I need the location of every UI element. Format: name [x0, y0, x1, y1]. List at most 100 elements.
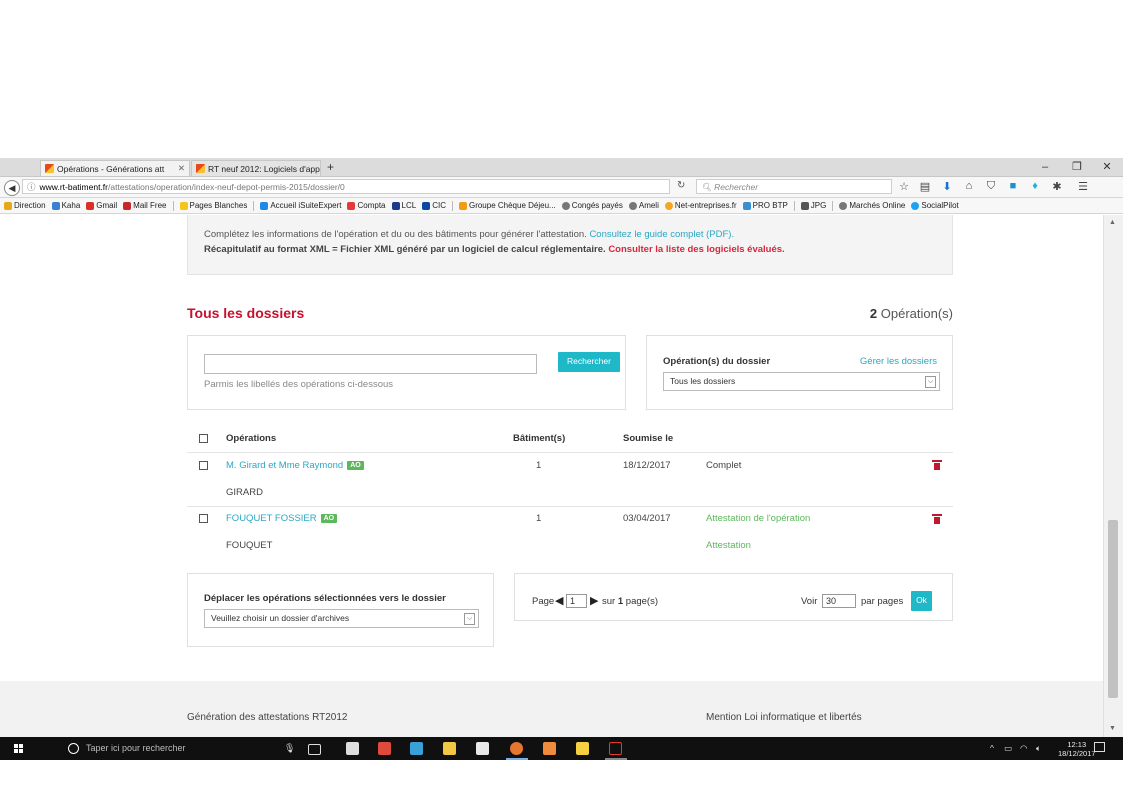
bookmark-lcl[interactable]: LCL — [391, 201, 416, 210]
tray-chevron-icon[interactable]: ^ — [990, 737, 994, 760]
bookmark-socialpilot[interactable]: SocialPilot — [911, 201, 959, 210]
delete-trash-icon[interactable] — [932, 514, 942, 524]
page-title: Tous les dossiers — [187, 305, 305, 321]
bookmark-marches-online[interactable]: Marchés Online — [839, 201, 905, 210]
task-view-icon[interactable] — [308, 744, 321, 755]
page-number-input[interactable]: 1 — [566, 594, 587, 608]
next-page-icon[interactable]: ▶ — [590, 594, 598, 607]
scroll-thumb[interactable] — [1108, 520, 1118, 698]
tab-rt-neuf[interactable]: RT neuf 2012: Logiciels d'app ✕ — [191, 160, 321, 176]
bookmark-isuiteexpert[interactable]: Accueil iSuiteExpert — [260, 201, 341, 210]
back-arrow-icon[interactable]: ◀ — [4, 180, 20, 196]
library-icon[interactable]: ▤ — [918, 180, 932, 193]
address-bar[interactable]: ⓘ www.rt-batiment.fr/attestations/operati… — [22, 179, 670, 194]
extension-icon[interactable]: ■ — [1006, 180, 1020, 192]
operation-name-cell: M. Girard et Mme Raymond AO — [226, 460, 364, 471]
search-input[interactable] — [204, 354, 537, 374]
bookmark-net-entreprises[interactable]: Net-entreprises.fr — [664, 201, 737, 210]
windows-start-icon[interactable] — [14, 744, 24, 754]
guide-pdf-link[interactable]: Consultez le guide complet (PDF). — [589, 229, 734, 240]
menu-icon[interactable]: ☰ — [1076, 180, 1090, 193]
bookmark-gmail[interactable]: Gmail — [86, 201, 117, 210]
search-hint: Parmis les libellés des opérations ci-de… — [204, 379, 394, 390]
status-link[interactable]: Attestation de l'opération — [706, 513, 810, 524]
row-checkbox[interactable] — [199, 461, 208, 470]
dossier-filter-panel: Opération(s) du dossier Gérer les dossie… — [646, 335, 953, 410]
bookmark-separator — [253, 200, 255, 211]
puzzle-icon[interactable]: ✱ — [1050, 180, 1064, 193]
page-scrollbar[interactable]: ▲ ▼ — [1103, 215, 1123, 737]
pocket-icon[interactable]: ⛉ — [984, 180, 998, 193]
info-icon[interactable]: ⓘ — [27, 182, 36, 192]
file-explorer-icon[interactable] — [443, 742, 456, 755]
delete-trash-icon[interactable] — [932, 460, 942, 470]
operation-subname-cell: FOUQUET — [226, 540, 273, 551]
microphone-icon[interactable]: 🎙︎ — [284, 737, 295, 760]
bookmark-kaha[interactable]: Kaha — [51, 201, 80, 210]
reload-icon[interactable]: ↻ — [677, 180, 685, 191]
header-operations: Opérations — [226, 433, 277, 444]
bookmark-compta[interactable]: Compta — [347, 201, 386, 210]
network-icon[interactable]: ▭ — [1004, 737, 1012, 760]
scroll-down-icon[interactable]: ▼ — [1109, 725, 1116, 732]
bookmark-cheque-dejeuner[interactable]: Groupe Chèque Déjeu... — [458, 201, 556, 210]
bookmark-pro-btp[interactable]: PRO BTP — [742, 201, 788, 210]
scroll-up-icon[interactable]: ▲ — [1109, 219, 1116, 226]
action-center-icon[interactable] — [1094, 742, 1105, 752]
footer-left-text: Génération des attestations RT2012 — [187, 712, 348, 723]
pro-btp-icon — [742, 201, 751, 210]
cheque-icon — [458, 201, 467, 210]
bookmark-star-icon[interactable]: ☆ — [897, 180, 911, 193]
date-cell: 18/12/2017 — [623, 460, 671, 471]
app-icon[interactable] — [543, 742, 556, 755]
close-tab-icon[interactable]: ✕ — [320, 163, 321, 174]
home-icon[interactable]: ⌂ — [962, 180, 976, 192]
operations-count: 2 Opération(s) — [869, 306, 953, 321]
search-button[interactable]: Rechercher — [558, 352, 620, 372]
browser-search-input[interactable]: 🔍︎ Rechercher — [696, 179, 892, 194]
ok-button[interactable]: Ok — [911, 591, 932, 611]
sticky-notes-icon[interactable] — [576, 742, 589, 755]
close-window-button[interactable]: ✕ — [1094, 158, 1120, 176]
bookmark-direction[interactable]: Direction — [4, 201, 46, 210]
bookmark-ameli[interactable]: Ameli — [628, 201, 659, 210]
maximize-button[interactable]: ❐ — [1064, 158, 1090, 176]
bookmark-cic[interactable]: CIC — [422, 201, 446, 210]
select-all-checkbox[interactable] — [199, 434, 208, 443]
volume-icon[interactable]: 🔈︎ — [1036, 737, 1041, 760]
minimize-button[interactable]: – — [1032, 158, 1058, 176]
bookmark-pages-blanches[interactable]: Pages Blanches — [179, 201, 247, 210]
bookmark-jpg[interactable]: JPG — [800, 201, 826, 210]
logiciels-list-link[interactable]: Consulter la liste des logiciels évalués… — [608, 244, 784, 255]
archive-dossier-select[interactable]: Veuillez choisir un dossier d'archives ⌵ — [204, 609, 479, 628]
manage-dossiers-link[interactable]: Gérer les dossiers — [860, 356, 937, 367]
dossier-filter-label: Opération(s) du dossier — [663, 356, 771, 367]
bookmark-conges[interactable]: Congés payés — [561, 201, 623, 210]
wifi-icon[interactable]: ◠ — [1020, 737, 1027, 760]
calculator-icon[interactable] — [346, 742, 359, 755]
water-drop-icon[interactable]: ♦ — [1028, 180, 1042, 192]
row-checkbox[interactable] — [199, 514, 208, 523]
tab-operations[interactable]: Opérations - Générations att ✕ — [40, 160, 190, 176]
sub-status-link[interactable]: Attestation — [706, 540, 751, 551]
app-icon[interactable] — [378, 742, 391, 755]
new-tab-button[interactable]: + — [327, 160, 334, 174]
downloads-icon[interactable]: ⬇ — [940, 180, 954, 193]
firefox-icon[interactable] — [510, 742, 523, 755]
taskbar-search-input[interactable]: Taper ici pour rechercher 🎙︎ — [62, 737, 298, 760]
acrobat-icon[interactable] — [609, 742, 622, 755]
prev-page-icon[interactable]: ◀ — [555, 594, 563, 607]
operation-name-cell: FOUQUET FOSSIER AO — [226, 513, 338, 524]
app-icon[interactable] — [410, 742, 423, 755]
bookmark-mail-free[interactable]: Mail Free — [123, 201, 167, 210]
operation-link[interactable]: M. Girard et Mme Raymond — [226, 460, 343, 471]
per-page-input[interactable]: 30 — [822, 594, 856, 608]
footer-right-text: Mention Loi informatique et libertés — [706, 712, 862, 723]
operation-link[interactable]: FOUQUET FOSSIER — [226, 513, 317, 524]
close-tab-icon[interactable]: ✕ — [178, 163, 185, 174]
taskbar-clock[interactable]: 12:13 18/12/2017 — [1058, 740, 1096, 758]
dossier-select[interactable]: Tous les dossiers ⌵ — [663, 372, 940, 391]
globe-icon — [561, 201, 570, 210]
document-icon[interactable] — [476, 742, 489, 755]
bookmark-separator — [172, 200, 174, 211]
